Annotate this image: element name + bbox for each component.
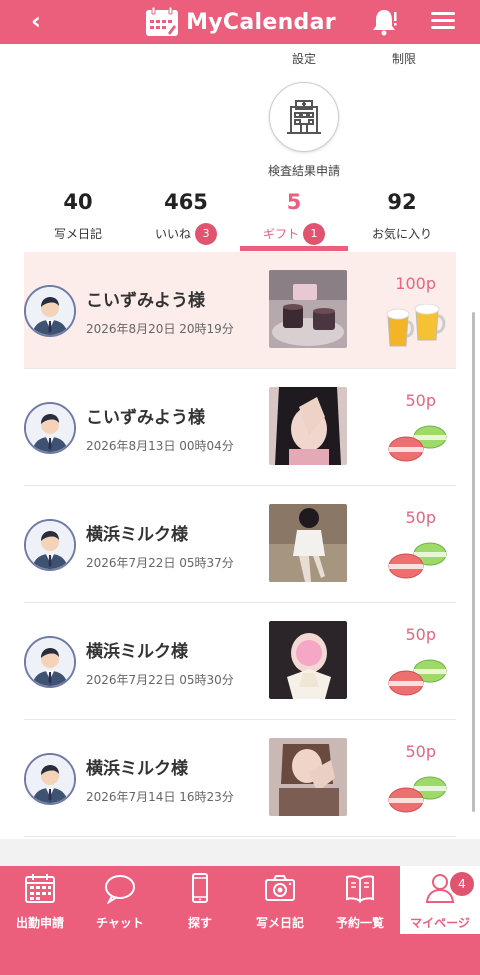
likes-count: 465 [164, 190, 208, 214]
likes-label: いいね [154, 227, 191, 241]
book-icon [346, 875, 374, 903]
camera-icon [265, 875, 295, 901]
bottom-navigation: 出勤申請 チャット 探す 写メ日記 予約一覧 4 マイページ [0, 866, 480, 975]
gift-date: 2026年8月13日 00時04分 [86, 439, 234, 453]
gift-points: 50p [405, 391, 436, 410]
list-item[interactable]: 横浜ミルク様 2026年7月14日 16時23分 50p [24, 720, 456, 837]
nav-mypage-label: マイページ [410, 916, 470, 930]
tab-favorites[interactable]: 92 お気に入り [348, 184, 456, 254]
gift-history-page: 設定 制限 検査結果申請 40 写メ日記 465 いいね 3 5 ギフト 1 9… [0, 44, 480, 839]
tab-gifts[interactable]: 5 ギフト 1 [240, 184, 348, 254]
gifts-badge: 1 [303, 223, 325, 245]
hamburger-menu-icon[interactable] [428, 9, 458, 35]
nav-search-label: 探す [187, 916, 212, 930]
list-item[interactable]: こいずみよう様 2026年8月13日 00時04分 50p [24, 369, 456, 486]
macarons-icon [388, 425, 447, 462]
sender-name: こいずみよう様 [86, 291, 205, 311]
list-item[interactable]: 横浜ミルク様 2026年7月22日 05時30分 50p [24, 603, 456, 720]
app-title: MyCalendar [186, 9, 336, 35]
macarons-icon [388, 542, 447, 579]
nav-reservations-label: 予約一覧 [335, 916, 384, 930]
mypage-badge: 4 [450, 872, 474, 896]
tab-likes[interactable]: 465 いいね 3 [132, 184, 240, 254]
avatar [24, 753, 76, 805]
nav-attendance[interactable]: 出勤申請 [0, 866, 80, 934]
likes-badge: 3 [195, 223, 217, 245]
beer-mugs-icon [386, 304, 446, 347]
favorites-count: 92 [387, 190, 417, 214]
macarons-icon [388, 659, 447, 696]
avatar [24, 519, 76, 571]
chat-bubble-icon [105, 875, 135, 904]
gift-list: こいずみよう様 2026年8月20日 20時19分 100p こいずみよう様 2… [24, 252, 456, 837]
app-logo[interactable]: MyCalendar [144, 6, 336, 38]
gift-date: 2026年8月20日 20時19分 [86, 322, 234, 336]
sender-name: 横浜ミルク様 [86, 525, 188, 545]
avatar [24, 636, 76, 688]
photo-diary-label: 写メ日記 [53, 227, 102, 241]
nav-photo-diary-label: 写メ日記 [255, 916, 304, 930]
sender-name: 横浜ミルク様 [86, 642, 188, 662]
gift-date: 2026年7月22日 05時37分 [86, 556, 234, 570]
top-menu-labels: 設定 制限 [0, 50, 480, 70]
scrollbar[interactable] [472, 312, 475, 812]
gift-date: 2026年7月22日 05時30分 [86, 673, 234, 687]
favorites-label: お気に入り [371, 227, 432, 241]
sender-name: こいずみよう様 [86, 408, 205, 428]
nav-chat[interactable]: チャット [80, 866, 160, 934]
exam-result-button[interactable] [269, 82, 339, 152]
photo-thumbnail[interactable] [269, 504, 347, 582]
photo-thumbnail[interactable] [269, 738, 347, 816]
smartphone-icon [192, 873, 208, 903]
sender-name: 横浜ミルク様 [86, 759, 188, 779]
active-tab-underline [240, 246, 348, 251]
nav-search[interactable]: 探す [160, 866, 240, 934]
macarons-icon [388, 776, 447, 813]
photo-thumbnail[interactable] [269, 270, 347, 348]
avatar [24, 402, 76, 454]
nav-chat-label: チャット [96, 916, 144, 930]
nav-mypage[interactable]: 4 マイページ [400, 866, 480, 934]
tab-photo-diary[interactable]: 40 写メ日記 [24, 184, 132, 254]
gift-date: 2026年7月14日 16時23分 [86, 790, 234, 804]
gifts-count: 5 [286, 190, 302, 214]
photo-diary-count: 40 [63, 190, 93, 214]
list-item[interactable]: こいずみよう様 2026年8月20日 20時19分 100p [24, 252, 456, 369]
gifts-label: ギフト [262, 227, 299, 241]
hospital-icon [287, 100, 321, 134]
exam-result-label: 検査結果申請 [267, 164, 340, 178]
calendar-icon [146, 6, 179, 36]
gift-points: 50p [405, 625, 436, 644]
avatar [24, 285, 76, 337]
nav-reservations[interactable]: 予約一覧 [320, 866, 400, 934]
gift-points: 50p [405, 508, 436, 527]
limit-link[interactable]: 制限 [380, 50, 428, 67]
bell-alert-icon[interactable] [370, 6, 400, 36]
settings-link[interactable]: 設定 [280, 50, 328, 67]
gift-points: 100p [395, 274, 436, 293]
photo-thumbnail[interactable] [269, 621, 347, 699]
nav-photo-diary[interactable]: 写メ日記 [240, 866, 320, 934]
stats-tabs: 40 写メ日記 465 いいね 3 5 ギフト 1 92 お気に入り [24, 184, 456, 254]
chevron-left-icon[interactable]: ‹ [22, 6, 50, 36]
gift-points: 50p [405, 742, 436, 761]
photo-thumbnail[interactable] [269, 387, 347, 465]
nav-attendance-label: 出勤申請 [15, 916, 64, 930]
calendar-icon [25, 874, 55, 903]
list-item[interactable]: 横浜ミルク様 2026年7月22日 05時37分 50p [24, 486, 456, 603]
app-header: ‹ MyCalendar [0, 0, 480, 44]
